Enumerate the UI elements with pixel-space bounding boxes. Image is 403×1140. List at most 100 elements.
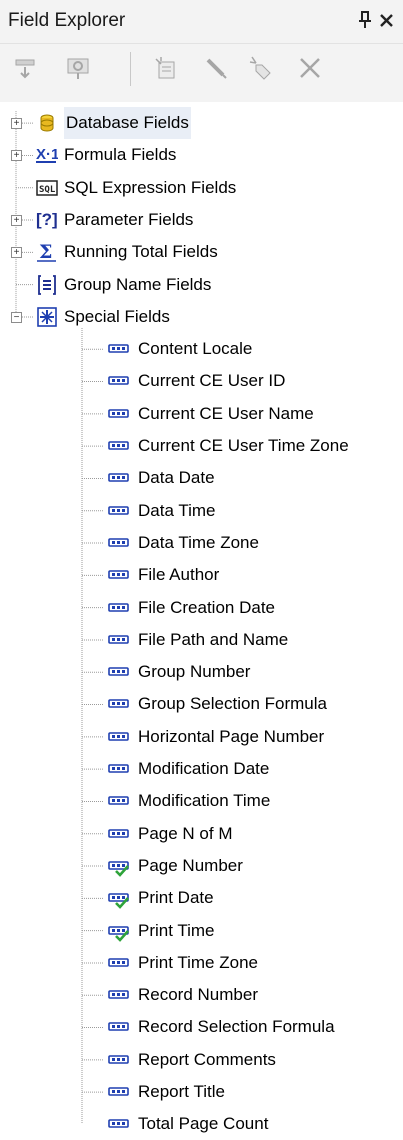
browse-data-button[interactable] <box>62 52 94 84</box>
special-field-label: Group Selection Formula <box>138 694 327 714</box>
pin-icon[interactable] <box>358 10 374 36</box>
field-icon <box>106 597 132 619</box>
field-icon <box>106 629 132 651</box>
formula-icon: X·1 <box>36 144 58 166</box>
edit-button[interactable] <box>200 52 232 84</box>
edit-icon <box>206 58 227 79</box>
special-field-label: File Creation Date <box>138 597 276 617</box>
field-icon <box>106 435 132 457</box>
special-field-item[interactable]: Modification Time <box>106 785 270 817</box>
special-field-item[interactable]: Current CE User Time Zone <box>106 430 349 462</box>
group-name-icon <box>36 274 58 296</box>
field-icon <box>106 661 132 683</box>
tree-node-label: Group Name Fields <box>64 274 212 294</box>
field-icon <box>106 823 132 845</box>
special-field-item[interactable]: Total Page Count <box>106 1108 268 1140</box>
rename-icon <box>249 56 271 80</box>
field-icon <box>106 1016 132 1038</box>
field-used-icon <box>106 920 132 942</box>
tree-node-special-fields[interactable]: Special Fields <box>36 301 170 333</box>
special-field-item[interactable]: Group Selection Formula <box>106 688 327 720</box>
parameter-icon: [?] <box>36 209 58 231</box>
special-field-label: File Path and Name <box>138 629 289 649</box>
special-field-item[interactable]: Report Comments <box>106 1044 276 1076</box>
special-field-label: Content Locale <box>138 339 253 359</box>
delete-icon <box>300 58 320 78</box>
field-icon <box>106 952 132 974</box>
special-field-label: Record Number <box>138 985 258 1005</box>
field-icon <box>106 1113 132 1135</box>
special-field-item[interactable]: Data Date <box>106 462 215 494</box>
special-field-label: Data Time Zone <box>138 532 259 552</box>
browse-icon <box>67 58 89 79</box>
special-field-label: Total Page Count <box>138 1114 269 1134</box>
special-field-item[interactable]: File Creation Date <box>106 592 275 624</box>
special-field-item[interactable]: Print Time Zone <box>106 947 258 979</box>
special-field-label: Print Time <box>138 920 215 940</box>
tree-node-formula-fields[interactable]: X·1 Formula Fields <box>36 139 176 171</box>
special-field-item[interactable]: Print Date <box>106 882 214 914</box>
field-icon <box>106 467 132 489</box>
field-icon <box>106 403 132 425</box>
field-explorer-panel: Field Explorer + Database Fields + X·1 F… <box>0 0 403 1133</box>
rename-button[interactable] <box>245 52 277 84</box>
special-field-item[interactable]: File Path and Name <box>106 624 288 656</box>
special-field-item[interactable]: Content Locale <box>106 333 252 365</box>
field-icon <box>106 758 132 780</box>
expand-toggle[interactable]: + <box>11 150 22 162</box>
running-total-icon: Σ <box>36 241 58 263</box>
special-field-item[interactable]: Record Selection Formula <box>106 1011 335 1043</box>
special-field-item[interactable]: Print Time <box>106 915 215 947</box>
expand-toggle[interactable]: + <box>11 118 22 130</box>
special-field-label: Modification Time <box>138 791 271 811</box>
tree-node-group-name-fields[interactable]: Group Name Fields <box>36 269 211 301</box>
field-used-icon <box>106 887 132 910</box>
field-tree: + Database Fields + X·1 Formula Fields SQL SQL… <box>0 102 403 1133</box>
insert-icon <box>15 59 35 79</box>
tree-node-sql-expression-fields[interactable]: SQL SQL Expression Fields <box>36 172 236 204</box>
special-field-label: Data Date <box>138 468 215 488</box>
special-field-item[interactable]: Page N of M <box>106 818 233 850</box>
special-field-item[interactable]: Page Number <box>106 850 243 882</box>
sql-icon: SQL <box>36 177 58 199</box>
expand-toggle[interactable]: + <box>11 215 22 227</box>
collapse-toggle[interactable]: − <box>11 311 22 323</box>
title-bar: Field Explorer <box>0 0 403 44</box>
special-field-item[interactable]: Current CE User Name <box>106 398 314 430</box>
tree-node-database-fields[interactable]: Database Fields <box>36 107 191 139</box>
panel-title: Field Explorer <box>8 10 126 31</box>
insert-to-report-button[interactable] <box>10 52 42 84</box>
tree-node-label: Running Total Fields <box>64 242 218 262</box>
special-field-label: Current CE User Time Zone <box>138 436 349 455</box>
special-field-label: Horizontal Page Number <box>138 726 325 746</box>
special-field-item[interactable]: Data Time Zone <box>106 527 259 559</box>
field-icon <box>106 338 132 360</box>
special-field-label: Data Time <box>138 500 216 520</box>
special-field-item[interactable]: Horizontal Page Number <box>106 721 324 753</box>
special-field-item[interactable]: Report Title <box>106 1076 225 1108</box>
delete-button[interactable] <box>294 52 326 84</box>
special-field-label: Print Time Zone <box>138 952 258 972</box>
field-icon <box>106 790 132 812</box>
tree-node-parameter-fields[interactable]: [?] Parameter Fields <box>36 204 193 236</box>
special-field-item[interactable]: Group Number <box>106 656 250 688</box>
special-field-label: File Author <box>138 565 220 585</box>
special-field-item[interactable]: Current CE User ID <box>106 365 285 397</box>
close-icon[interactable] <box>379 10 395 36</box>
field-icon <box>106 532 132 554</box>
expand-toggle[interactable]: + <box>11 247 22 259</box>
special-field-label: Page N of M <box>138 823 233 843</box>
special-field-item[interactable]: File Author <box>106 559 219 591</box>
special-field-label: Modification Date <box>138 759 270 778</box>
special-field-label: Report Comments <box>138 1049 276 1069</box>
new-icon <box>155 57 175 79</box>
field-icon <box>106 726 132 748</box>
tree-node-label: Parameter Fields <box>64 209 194 229</box>
special-field-item[interactable]: Modification Date <box>106 753 269 785</box>
tree-node-running-total-fields[interactable]: Σ Running Total Fields <box>36 236 218 268</box>
svg-text:X·1: X·1 <box>36 146 58 163</box>
special-field-item[interactable]: Data Time <box>106 495 215 527</box>
toolbar <box>0 44 403 102</box>
new-button[interactable] <box>150 52 182 84</box>
special-field-item[interactable]: Record Number <box>106 979 258 1011</box>
